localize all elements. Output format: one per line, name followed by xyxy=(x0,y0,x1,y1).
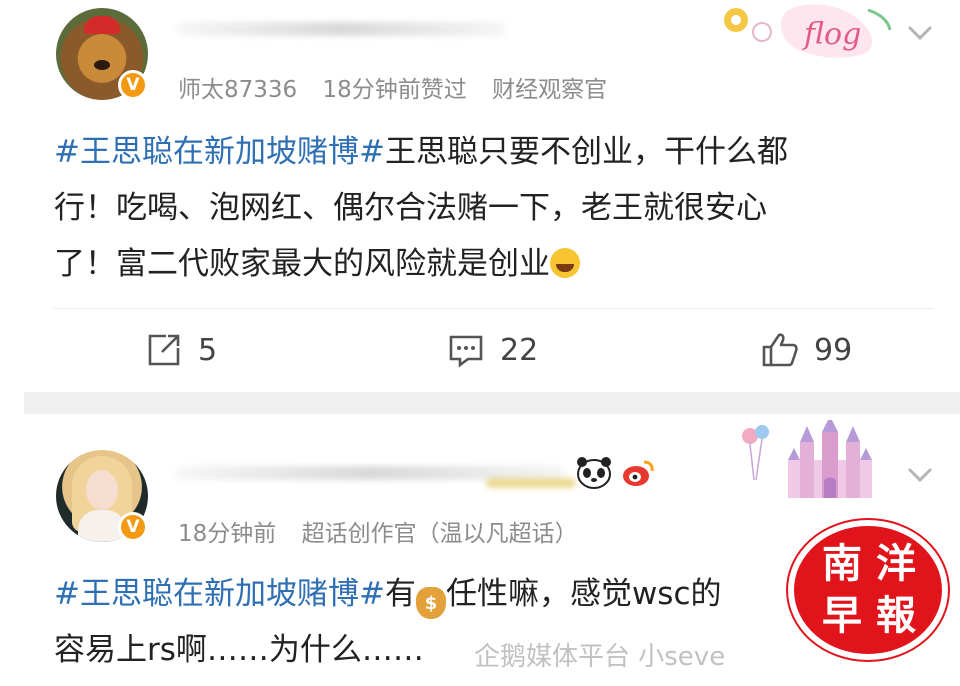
flog-sticker-icon: flog xyxy=(724,4,892,58)
thumbs-up-icon xyxy=(762,333,798,367)
comment-count: 22 xyxy=(500,332,539,368)
logo-char: 早 xyxy=(822,592,862,639)
chevron-down-icon[interactable] xyxy=(902,14,938,50)
divider xyxy=(54,308,934,309)
like-button[interactable]: 99 xyxy=(760,328,852,372)
meta-tag: 超话创作官（温以凡超话） xyxy=(301,521,578,547)
meta-tag: 财经观察官 xyxy=(492,77,608,103)
logo-char: 南 xyxy=(822,540,862,587)
laugh-cry-emoji-icon xyxy=(550,248,580,278)
post-meta: 18分钟前 超话创作官（温以凡超话） xyxy=(178,514,578,548)
share-button[interactable]: 5 xyxy=(144,328,217,372)
topic-link[interactable]: #王思聪在新加坡赌博# xyxy=(54,576,385,612)
share-count: 5 xyxy=(198,332,218,368)
platform-watermark: 企鹅媒体平台 小seve xyxy=(474,642,726,672)
post-text: #王思聪在新加坡赌博#王思聪只要不创业，干什么都 行！吃喝、泡网红、偶尔合法赌一… xyxy=(54,124,788,292)
meta-user: 师太87336 xyxy=(178,77,298,103)
like-count: 99 xyxy=(814,332,853,368)
weibo-feed: V 师太87336 18分钟前赞过 财经观察官 flog #王思聪在新加坡赌博#… xyxy=(0,0,960,686)
post-meta: 师太87336 18分钟前赞过 财经观察官 xyxy=(178,70,607,104)
post-line-text: 容易上rs啊……为什么…… xyxy=(54,632,424,668)
verified-badge-icon: V xyxy=(118,70,148,100)
post-line-text: 任性嘛，感觉wsc的 xyxy=(445,576,722,612)
post-line: 了！富二代败家最大的风险就是创业 xyxy=(54,236,788,292)
post-line-text: 王思聪只要不创业，干什么都 xyxy=(384,134,788,170)
weibo-logo-icon xyxy=(623,460,654,486)
panda-emoji-icon xyxy=(577,457,611,489)
meta-time: 18分钟前赞过 xyxy=(322,77,467,103)
logo-char: 報 xyxy=(876,592,916,639)
username-blurred[interactable] xyxy=(176,22,506,36)
post-line: #王思聪在新加坡赌博#王思聪只要不创业，干什么都 xyxy=(54,124,788,180)
castle-sticker-icon xyxy=(742,420,872,498)
post-line: 行！吃喝、泡网红、偶尔合法赌一下，老王就很安心 xyxy=(54,180,788,236)
svg-text:flog: flog xyxy=(802,17,861,52)
newspaper-logo-watermark: 南 洋 早 報 xyxy=(788,520,948,660)
meta-time: 18分钟前 xyxy=(178,521,277,547)
chevron-down-icon[interactable] xyxy=(902,456,938,492)
logo-char: 洋 xyxy=(876,540,916,587)
post-line-text: 行！吃喝、泡网红、偶尔合法赌一下，老王就很安心 xyxy=(54,190,767,226)
post-line-text: 有 xyxy=(384,576,416,612)
post-line-text: 了！富二代败家最大的风险就是创业 xyxy=(54,246,550,282)
money-bag-emoji-icon: $ xyxy=(415,587,446,619)
verified-badge-icon: V xyxy=(118,512,148,542)
post-line: #王思聪在新加坡赌博#有 $ 任性嘛，感觉wsc的 xyxy=(54,566,722,622)
comment-icon xyxy=(449,335,483,368)
topic-link[interactable]: #王思聪在新加坡赌博# xyxy=(54,134,385,170)
share-icon xyxy=(148,334,180,366)
comment-button[interactable]: 22 xyxy=(446,328,538,372)
username-blurred-accent xyxy=(486,478,576,488)
feed-separator xyxy=(24,392,960,414)
